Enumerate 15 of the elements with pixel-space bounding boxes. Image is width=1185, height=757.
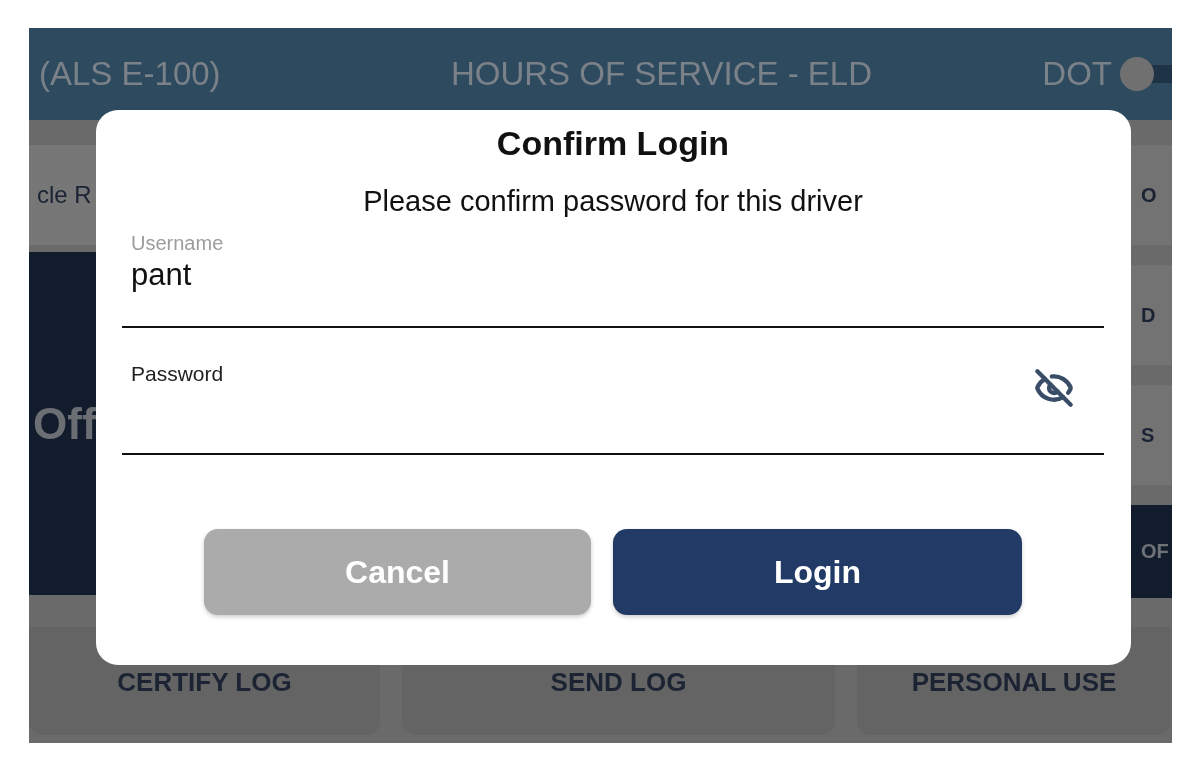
dot-label: DOT (1042, 55, 1112, 93)
dialog-message: Please confirm password for this driver (362, 185, 864, 218)
password-field[interactable]: Password (122, 328, 1104, 455)
status-button[interactable]: OF (1131, 505, 1172, 598)
header-title: HOURS OF SERVICE - ELD (449, 55, 874, 93)
status-button[interactable]: O (1131, 145, 1172, 245)
cancel-button[interactable]: Cancel (204, 529, 591, 615)
unit-label: (ALS E-100) (39, 55, 221, 93)
status-button[interactable]: D (1131, 265, 1172, 365)
login-button[interactable]: Login (613, 529, 1022, 615)
dot-toggle[interactable] (1120, 57, 1172, 91)
eye-off-icon[interactable] (1034, 368, 1074, 408)
username-field[interactable]: Username pant (122, 232, 1104, 328)
status-button[interactable]: S (1131, 385, 1172, 485)
dialog-title: Confirm Login (495, 124, 731, 163)
